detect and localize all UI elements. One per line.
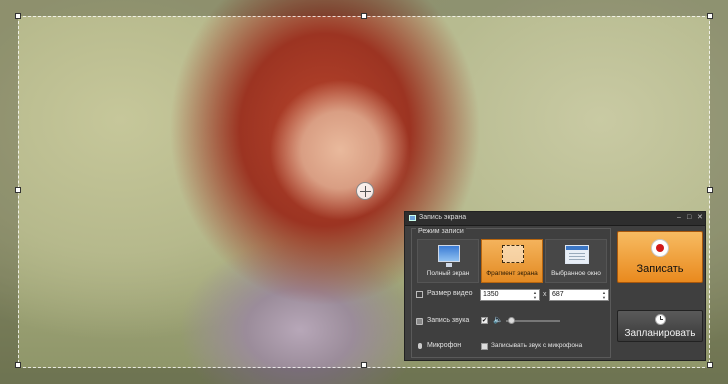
title-bar[interactable]: Запись экрана – □ ✕ xyxy=(405,212,705,226)
app-icon xyxy=(409,215,416,221)
clock-icon xyxy=(655,314,666,325)
window-icon xyxy=(565,245,589,264)
resize-handle-left[interactable] xyxy=(15,187,21,193)
record-icon xyxy=(651,239,669,257)
record-microphone-checkbox[interactable] xyxy=(481,343,488,350)
video-height-input[interactable]: 687 ▲ ▼ xyxy=(549,289,609,301)
resize-icon xyxy=(416,291,423,298)
microphone-icon xyxy=(418,343,422,349)
size-separator: x xyxy=(543,291,547,298)
height-spinner-arrows-icon[interactable]: ▲ ▼ xyxy=(602,290,606,300)
sound-recording-checkbox[interactable]: ✔ xyxy=(481,317,488,324)
record-mode-group: Режим записи Полный экран Фрагмент экран… xyxy=(411,228,611,358)
sound-icon xyxy=(416,318,423,325)
mode-full-screen-button[interactable]: Полный экран xyxy=(417,239,479,283)
sound-recording-label: Запись звука xyxy=(427,317,470,324)
schedule-button[interactable]: Запланировать xyxy=(617,310,703,342)
volume-slider-knob[interactable] xyxy=(508,317,515,324)
record-mode-label: Режим записи xyxy=(416,228,466,235)
record-microphone-label: Записывать звук с микрофона xyxy=(491,342,583,349)
window-title: Запись экрана xyxy=(419,214,467,221)
resize-handle-right[interactable] xyxy=(707,187,713,193)
screen-record-dialog: Запись экрана – □ ✕ Режим записи Полный … xyxy=(404,211,706,361)
volume-slider[interactable] xyxy=(506,317,560,324)
resize-handle-bottom-right[interactable] xyxy=(707,362,713,368)
minimize-button[interactable]: – xyxy=(677,214,681,222)
resize-handle-top-right[interactable] xyxy=(707,13,713,19)
speaker-icon: 🔈 xyxy=(493,315,503,324)
mode-selected-window-label: Выбранное окно xyxy=(551,270,601,277)
resize-handle-bottom-left[interactable] xyxy=(15,362,21,368)
video-width-value: 1350 xyxy=(483,291,499,298)
mode-screen-fragment-button[interactable]: Фрагмент экрана xyxy=(481,239,543,283)
video-width-input[interactable]: 1350 ▲ ▼ xyxy=(480,289,540,301)
record-button[interactable]: Записать xyxy=(617,231,703,283)
close-button[interactable]: ✕ xyxy=(697,214,703,222)
width-spinner-arrows-icon[interactable]: ▲ ▼ xyxy=(533,290,537,300)
resize-handle-bottom[interactable] xyxy=(361,362,367,368)
mode-screen-fragment-label: Фрагмент экрана xyxy=(486,270,538,277)
schedule-button-label: Запланировать xyxy=(624,328,696,339)
move-selection-icon[interactable] xyxy=(356,182,374,200)
video-size-label: Размер видео xyxy=(427,290,473,297)
monitor-icon xyxy=(438,245,460,267)
record-button-label: Записать xyxy=(636,263,684,275)
screen-fragment-icon xyxy=(502,245,524,263)
mode-selected-window-button[interactable]: Выбранное окно xyxy=(545,239,607,283)
dim-overlay-bottom xyxy=(0,368,728,384)
microphone-label: Микрофон xyxy=(427,342,462,349)
resize-handle-top-left[interactable] xyxy=(15,13,21,19)
mode-full-screen-label: Полный экран xyxy=(426,270,470,277)
video-height-value: 687 xyxy=(552,291,564,298)
resize-handle-top[interactable] xyxy=(361,13,367,19)
maximize-button[interactable]: □ xyxy=(687,214,691,222)
